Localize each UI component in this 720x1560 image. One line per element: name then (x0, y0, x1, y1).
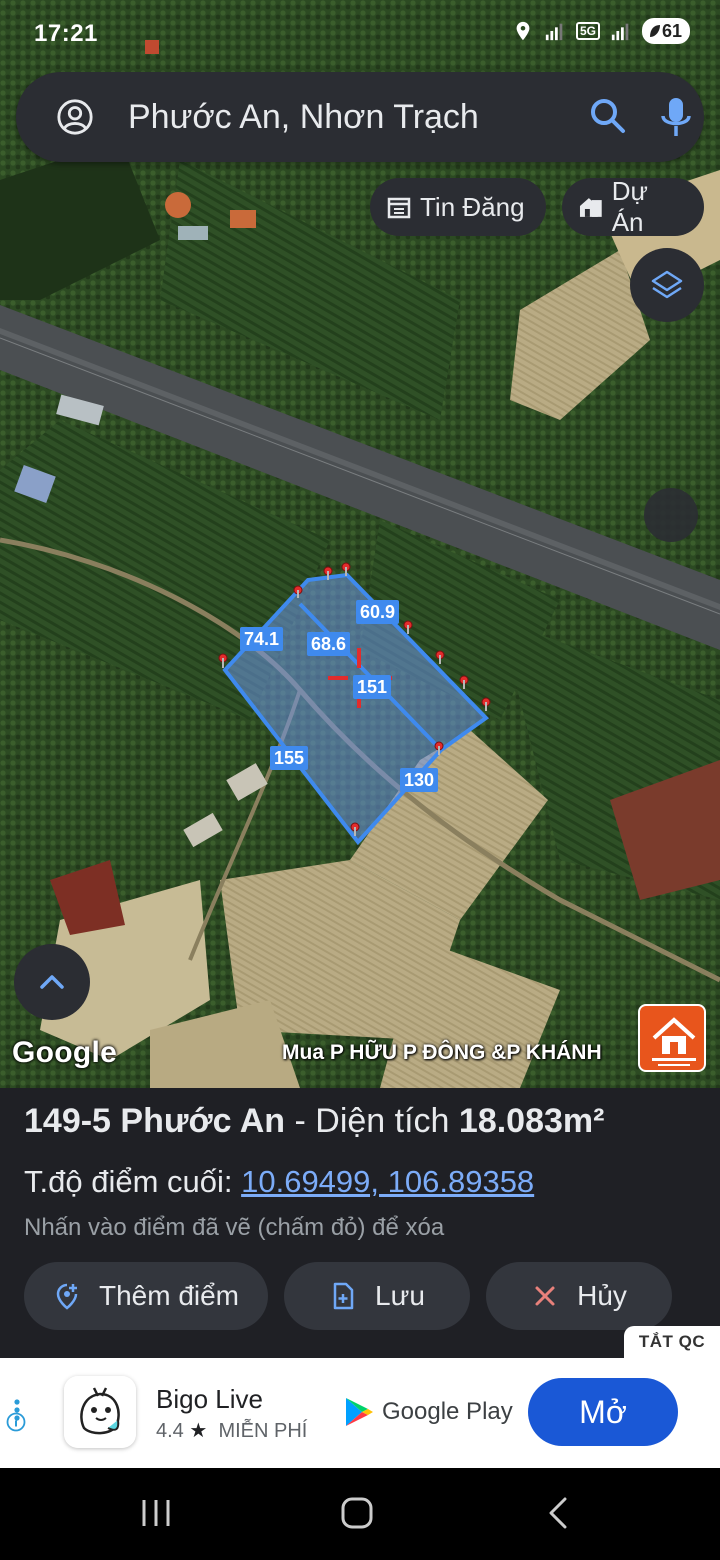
location-icon (516, 21, 530, 41)
cancel-label: Hủy (577, 1280, 627, 1311)
coordinate-label: T.độ điểm cuối: (24, 1164, 242, 1199)
status-time: 17:21 (34, 20, 98, 47)
map-watermark-caption: Mua P HỮU P ĐÔNG &P KHÁNH (282, 1041, 602, 1064)
parcel-label-155: 155 (270, 746, 309, 770)
search-icon[interactable] (588, 96, 628, 136)
parcel-label-130: 130 (400, 768, 439, 792)
network-badge: 5G (575, 22, 600, 40)
calendar-icon (387, 197, 411, 219)
cancel-button[interactable]: Hủy (486, 1262, 672, 1330)
layers-icon (651, 270, 683, 299)
google-logo: Google (12, 1036, 118, 1069)
save-button[interactable]: Lưu (284, 1262, 470, 1330)
app-icon (64, 1376, 136, 1448)
star-icon: ★ (189, 1420, 208, 1442)
google-play-badge: Google Play (344, 1396, 513, 1428)
brand-logo (638, 1004, 706, 1072)
ad-banner[interactable]: Bigo Live 4.4 ★ MIỄN PHÍ Google Play Mở (0, 1358, 720, 1468)
layers-button[interactable] (630, 248, 704, 322)
add-point-label: Thêm điểm (98, 1280, 240, 1311)
account-icon[interactable] (56, 98, 94, 136)
battery-indicator: 61 (641, 18, 690, 44)
listings-chip-label: Tin Đăng (420, 191, 525, 222)
parcel-label-74-1: 74.1 (240, 627, 284, 651)
measure-panel: 149-5 Phước An - Diện tích 18.083m² T.độ… (0, 1088, 720, 1358)
search-bar[interactable] (16, 72, 704, 162)
add-file-icon (333, 1282, 354, 1310)
coordinate-link[interactable]: 10.69499, 106.89358 (241, 1164, 534, 1199)
app-name: Bigo Live (156, 1384, 263, 1414)
parcel-label-68-6: 68.6 (307, 632, 351, 656)
recent-apps-icon[interactable] (140, 1496, 172, 1530)
add-location-icon (56, 1283, 78, 1310)
parcel-label-151: 151 (353, 675, 392, 699)
satellite-imagery (0, 0, 720, 1088)
battery-leaf-icon (649, 25, 660, 37)
delete-hint: Nhấn vào điểm đã vẽ (chấm đỏ) để xóa (24, 1214, 445, 1241)
save-label: Lưu (375, 1280, 425, 1311)
listings-chip[interactable]: Tin Đăng (370, 178, 546, 236)
map-view[interactable]: 74.1 68.6 60.9 151 155 130 17:21 5G 61 T… (0, 0, 720, 1088)
app-meta: 4.4 ★ MIỄN PHÍ (156, 1418, 307, 1443)
signal-icon (545, 23, 563, 41)
close-icon (535, 1286, 555, 1306)
google-play-icon (346, 1398, 373, 1426)
home-icon[interactable] (340, 1496, 374, 1530)
parcel-label-60-9: 60.9 (356, 600, 400, 624)
projects-chip[interactable]: Dự Án (562, 176, 704, 237)
search-input[interactable] (128, 94, 548, 140)
chevron-up-icon (40, 975, 64, 989)
close-ad-button[interactable]: TẮT QC (624, 1326, 720, 1358)
app-rating: 4.4 (156, 1420, 184, 1442)
mic-icon[interactable] (658, 96, 694, 138)
open-app-button[interactable]: Mở (528, 1378, 678, 1446)
coordinate-row: T.độ điểm cuối: 10.69499, 106.89358 (24, 1164, 534, 1200)
battery-level: 61 (661, 20, 682, 41)
expand-panel-button[interactable] (14, 944, 90, 1020)
zoom-slider-handle[interactable] (644, 488, 698, 542)
area-label: - Diện tích (285, 1102, 459, 1140)
house-logo-icon (652, 1017, 696, 1066)
system-nav-bar (0, 1468, 720, 1560)
google-play-label: Google Play (382, 1398, 513, 1425)
area-value: 18.083m² (458, 1102, 605, 1140)
ad-more-icon[interactable] (13, 1398, 21, 1422)
app-price: MIỄN PHÍ (218, 1420, 308, 1442)
back-icon[interactable] (546, 1496, 570, 1530)
parcel-name: 149-5 Phước An (24, 1102, 286, 1140)
parcel-title: 149-5 Phước An - Diện tích 18.083m² (24, 1102, 604, 1141)
building-icon (579, 198, 602, 217)
projects-chip-label: Dự Án (611, 176, 648, 237)
add-point-button[interactable]: Thêm điểm (24, 1262, 268, 1330)
status-icons: 5G 61 (512, 18, 690, 44)
signal-icon-2 (611, 23, 629, 41)
bigo-mascot-icon (64, 1376, 136, 1448)
status-bar: 17:21 5G 61 (0, 0, 720, 64)
